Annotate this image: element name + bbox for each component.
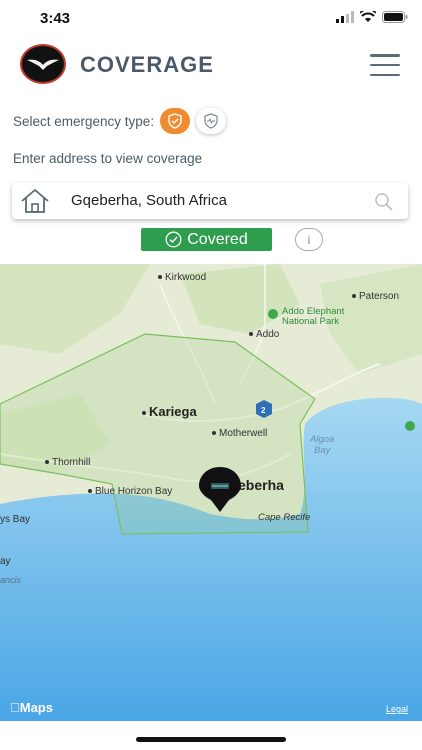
place-addo: Addo	[249, 329, 279, 340]
medical-type-button[interactable]	[196, 108, 227, 134]
eagle-icon	[27, 59, 59, 70]
place-motherwell: Motherwell	[212, 428, 267, 439]
place-jeffreys-bay: ys Bay	[0, 514, 31, 525]
home-indicator[interactable]	[136, 737, 286, 742]
address-search-field[interactable]: Gqeberha, South Africa	[12, 183, 408, 219]
place-cape-recife: Cape Recife	[258, 512, 311, 523]
search-icon[interactable]	[374, 192, 394, 217]
page-title: COVERAGE	[80, 52, 214, 77]
address-value[interactable]: Gqeberha, South Africa	[71, 192, 227, 209]
check-circle-icon	[165, 231, 182, 248]
place-partial-ancis: ancis	[0, 575, 22, 585]
sea-name-line-2: Bay	[313, 445, 331, 456]
place-algoa-bay: Algoa Bay	[310, 434, 334, 456]
battery-icon	[382, 11, 408, 23]
status-bar: 3:43	[0, 0, 422, 38]
map-pin-icon	[199, 467, 241, 512]
app-logo	[20, 44, 66, 84]
place-thornhill: Thornhill	[45, 457, 90, 468]
hamburger-icon-line	[370, 73, 400, 76]
place-blue-horizon-bay: Blue Horizon Bay	[88, 486, 172, 497]
hamburger-icon-line	[370, 63, 400, 67]
menu-button[interactable]	[370, 54, 400, 76]
maps-attribution: Maps	[10, 700, 53, 715]
security-type-button[interactable]	[160, 108, 191, 134]
place-paterson: Paterson	[352, 291, 399, 302]
address-label: Enter address to view coverage	[13, 151, 203, 166]
status-time: 3:43	[40, 10, 71, 27]
emergency-type-row: Select emergency type:	[13, 108, 227, 134]
place-partial-ay: ay	[0, 556, 11, 567]
covered-label: Covered	[187, 230, 248, 248]
route-badge: 2	[261, 406, 266, 415]
place-kariega: Kariega	[142, 404, 197, 419]
info-button[interactable]: i	[295, 228, 323, 251]
app-header: COVERAGE	[0, 40, 422, 92]
home-icon[interactable]	[20, 188, 50, 219]
park-name-line-2: National Park	[282, 316, 340, 327]
status-icons	[336, 11, 408, 23]
wifi-icon	[360, 11, 376, 22]
place-kirkwood: Kirkwood	[158, 272, 206, 283]
emergency-type-label: Select emergency type:	[13, 113, 155, 129]
apple-icon: 	[10, 700, 20, 715]
hamburger-icon-line	[370, 54, 400, 57]
legal-link[interactable]: Legal	[386, 704, 408, 714]
medical-shield-icon	[204, 113, 218, 129]
shield-check-icon	[168, 113, 182, 129]
coverage-map[interactable]: Kirkwood Paterson Addo Elephant National …	[0, 264, 422, 721]
covered-badge: Covered	[141, 228, 272, 251]
signal-icon	[336, 11, 354, 23]
sea-name-line-1: Algoa	[310, 434, 335, 445]
place-gqeberha: eberha	[238, 477, 284, 493]
place-addo-elephant-park: Addo Elephant National Park	[282, 307, 344, 327]
coverage-status-row: Covered i	[0, 228, 422, 254]
